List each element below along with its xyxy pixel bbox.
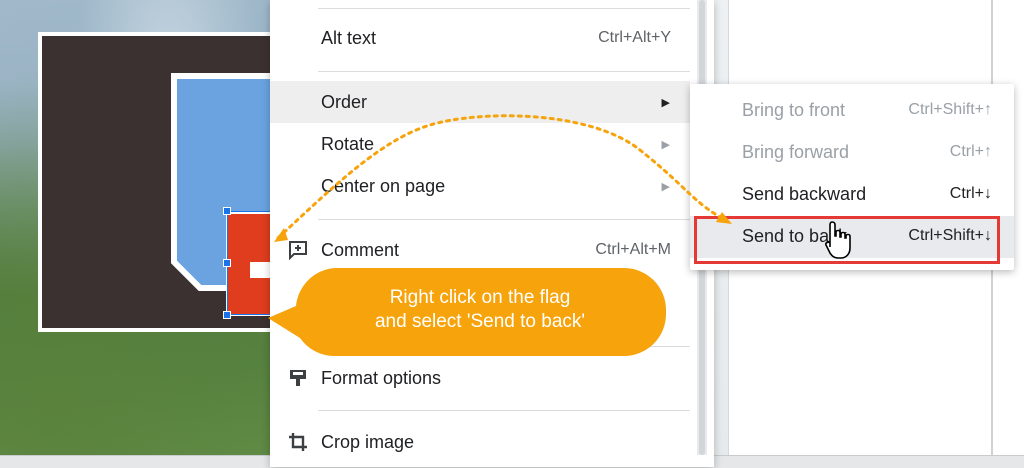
submenu-arrow-icon: ▶ [661,138,670,151]
callout-line-1: Right click on the flag [389,287,571,308]
submenu-item-shortcut: Ctrl+↓ [949,185,992,202]
menu-item-format-options[interactable]: Format options [270,357,690,399]
submenu-item-label: Bring to front [742,100,846,120]
submenu-item-shortcut: Ctrl+↑ [949,143,992,160]
menu-item-label: Order [321,91,368,112]
menu-item-shortcut: Ctrl+Alt+M [595,241,671,258]
menu-separator [318,8,690,9]
menu-separator [318,346,690,347]
format-options-icon [290,370,306,386]
menu-item-label: Crop image [321,431,415,452]
add-comment-icon [289,241,307,260]
submenu-item-bring-forward[interactable]: Bring forward Ctrl+↑ [690,132,1014,174]
menu-item-rotate[interactable]: Rotate ▶ [270,123,690,165]
menu-item-order[interactable]: Order ▶ [270,81,690,123]
menu-separator [318,410,690,411]
submenu-item-shortcut: Ctrl+Shift+↑ [908,101,992,118]
menu-item-crop-image[interactable]: Crop image [270,421,690,463]
menu-item-label: Alt text [321,27,377,48]
highlight-box [694,216,1000,264]
submenu-item-label: Send backward [742,184,867,204]
menu-item-comment[interactable]: Comment Ctrl+Alt+M [270,229,690,271]
callout-text: Right click on the flag and select 'Send… [320,286,640,334]
menu-item-label: Comment [321,239,400,260]
menu-separator [318,71,690,72]
submenu-arrow-icon: ▶ [661,96,670,109]
menu-item-alt-text[interactable]: Alt text Ctrl+Alt+Y [270,17,690,59]
crop-icon [289,433,307,451]
menu-item-label: Center on page [321,175,446,196]
resize-handle-bottom-left[interactable] [223,311,231,319]
callout-line-2: and select 'Send to back' [374,311,586,332]
resize-handle-middle-left[interactable] [223,259,231,267]
menu-separator [318,219,690,220]
menu-item-center-on-page[interactable]: Center on page ▶ [270,165,690,207]
submenu-item-send-backward[interactable]: Send backward Ctrl+↓ [690,174,1014,216]
resize-handle-top-left[interactable] [223,207,231,215]
menu-item-label: Rotate [321,133,375,154]
submenu-item-bring-to-front[interactable]: Bring to front Ctrl+Shift+↑ [690,90,1014,132]
menu-item-label: Format options [321,367,442,388]
submenu-item-label: Bring forward [742,142,850,162]
submenu-arrow-icon: ▶ [661,180,670,193]
menu-item-shortcut: Ctrl+Alt+Y [598,29,671,46]
